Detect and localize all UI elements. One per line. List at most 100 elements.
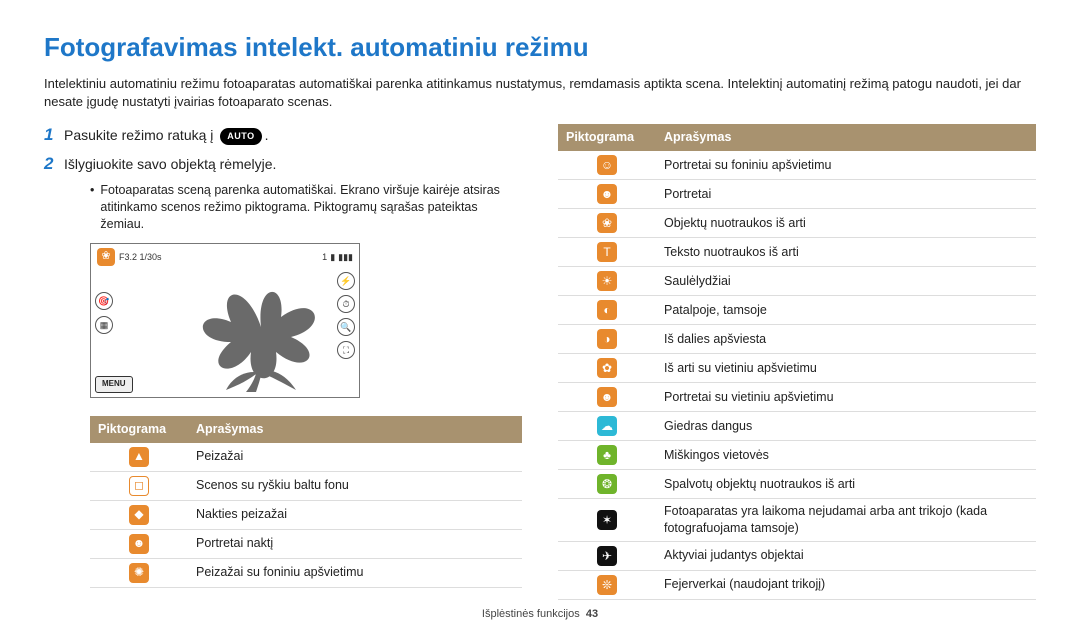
step-number: 1	[44, 124, 64, 147]
scene-desc: Portretai su vietiniu apšvietimu	[656, 383, 1036, 412]
scene-icon: ◻	[129, 476, 149, 496]
scene-desc: Iš dalies apšviesta	[656, 325, 1036, 354]
scene-desc: Portretai naktį	[188, 529, 522, 558]
table-row: ☺ Portretai su foniniu apšvietimu	[558, 151, 1036, 180]
substep-text: Fotoaparatas sceną parenka automatiškai.…	[100, 182, 522, 233]
flash-icon: ⚡	[337, 272, 355, 290]
scene-desc: Scenos su ryškiu baltu fonu	[188, 471, 522, 500]
step-number: 2	[44, 153, 64, 176]
scene-icon-cell: ✈	[558, 541, 656, 570]
scene-icon: ❀	[597, 213, 617, 233]
scene-icon: ☻	[597, 184, 617, 204]
table-row: ✶ Fotoaparatas yra laikoma nejudamai arba…	[558, 499, 1036, 542]
scene-desc: Peizažai	[188, 443, 522, 472]
focus-icon: 🎯	[95, 292, 113, 310]
scene-desc: Nakties peizažai	[188, 500, 522, 529]
scene-icon-cell: ✶	[558, 499, 656, 542]
battery-icon: ▮▮▮	[338, 251, 353, 263]
table-row: ☻ Portretai naktį	[90, 529, 522, 558]
scene-icon: ▲	[129, 447, 149, 467]
scene-icon-cell: ▲	[90, 443, 188, 472]
scene-icon-cell: ✿	[558, 354, 656, 383]
table-row: ❂ Spalvotų objektų nuotraukos iš arti	[558, 470, 1036, 499]
scene-icon-cell: ☀	[558, 267, 656, 296]
bullet-icon: •	[90, 182, 94, 233]
scene-icon: T	[597, 242, 617, 262]
scene-desc: Aktyviai judantys objektai	[656, 541, 1036, 570]
table-row: ☻ Portretai	[558, 180, 1036, 209]
table-row: ☀ Saulėlydžiai	[558, 267, 1036, 296]
scene-icon-cell: ☻	[558, 383, 656, 412]
scene-icon-cell: ☻	[90, 529, 188, 558]
table-row: ◆ Nakties peizažai	[90, 500, 522, 529]
timer-icon: ⏱	[337, 295, 355, 313]
step-2-text: Išlygiuokite savo objektą rėmelyje.	[64, 155, 276, 174]
scene-desc: Iš arti su vietiniu apšvietimu	[656, 354, 1036, 383]
scene-icon-cell: ◐	[558, 296, 656, 325]
step-1: 1 Pasukite režimo ratuką į AUTO.	[44, 124, 522, 147]
scene-icon: ✈	[597, 546, 617, 566]
scene-icon-cell: ❀	[558, 209, 656, 238]
scene-desc: Giedras dangus	[656, 412, 1036, 441]
scene-icon: ❊	[597, 575, 617, 595]
col-header-desc: Aprašymas	[188, 416, 522, 443]
step-1-suffix: .	[265, 127, 269, 143]
scene-icon: ◑	[597, 329, 617, 349]
table-row: ◐ Patalpoje, tamsoje	[558, 296, 1036, 325]
table-row: ▲ Peizažai	[90, 443, 522, 472]
table-row: ✈ Aktyviai judantys objektai	[558, 541, 1036, 570]
table-row: ◑ Iš dalies apšviesta	[558, 325, 1036, 354]
scene-icon: ☀	[597, 271, 617, 291]
scene-icon: ✺	[129, 563, 149, 583]
table-row: T Teksto nuotraukos iš arti	[558, 238, 1036, 267]
scene-desc: Spalvotų objektų nuotraukos iš arti	[656, 470, 1036, 499]
scene-icon-cell: ◻	[90, 471, 188, 500]
scene-icon: ❂	[597, 474, 617, 494]
shots-remaining: 1	[322, 251, 327, 263]
scene-mode-icon: ❀	[97, 248, 115, 266]
scene-icon: ✶	[597, 510, 617, 530]
camera-preview: ❀ F3.2 1/30s 1 ▮ ▮▮▮ 🎯 ▦ ⚡ ⏱ 🔍 ⛶	[90, 243, 360, 398]
scene-desc: Objektų nuotraukos iš arti	[656, 209, 1036, 238]
scene-icon-table-right: Piktograma Aprašymas ☺Portretai su fonin…	[558, 124, 1036, 600]
zoom-icon: 🔍	[337, 318, 355, 336]
scene-icon: ◐	[597, 300, 617, 320]
scene-icon-cell: ◑	[558, 325, 656, 354]
scene-desc: Saulėlydžiai	[656, 267, 1036, 296]
auto-mode-badge: AUTO	[220, 128, 261, 144]
scene-icon-cell: ✺	[90, 558, 188, 587]
scene-desc: Fejerverkai (naudojant trikojį)	[656, 570, 1036, 599]
col-header-icon: Piktograma	[90, 416, 188, 443]
scene-icon-cell: ☁	[558, 412, 656, 441]
table-row: ✺ Peizažai su foniniu apšvietimu	[90, 558, 522, 587]
scene-desc: Patalpoje, tamsoje	[656, 296, 1036, 325]
scene-icon: ♣	[597, 445, 617, 465]
menu-button: MENU	[95, 376, 133, 393]
page-number: 43	[586, 608, 598, 620]
table-row: ♣Miškingos vietovės	[558, 441, 1036, 470]
scene-desc: Portretai su foniniu apšvietimu	[656, 151, 1036, 180]
scene-icon-cell: ☻	[558, 180, 656, 209]
scene-icon: ☻	[597, 387, 617, 407]
scene-desc: Teksto nuotraukos iš arti	[656, 238, 1036, 267]
scene-icon-cell: ❊	[558, 570, 656, 599]
scene-icon-table-left: Piktograma Aprašymas ▲ Peizažai ◻ Scenos su…	[90, 416, 522, 588]
memory-card-icon: ▮	[330, 251, 335, 263]
page-footer: Išplėstinės funkcijos 43	[44, 601, 1036, 630]
scene-icon: ◆	[129, 505, 149, 525]
scene-icon: ☻	[129, 534, 149, 554]
step-2: 2 Išlygiuokite savo objektą rėmelyje.	[44, 153, 522, 176]
col-header-icon: Piktograma	[558, 124, 656, 151]
page-title: Fotografavimas intelekt. automatiniu rež…	[44, 30, 1036, 65]
frame-icon: ⛶	[337, 341, 355, 359]
scene-desc: Fotoaparatas yra laikoma nejudamai arba …	[656, 499, 1036, 542]
scene-icon-cell: ♣	[558, 441, 656, 470]
scene-desc: Peizažai su foniniu apšvietimu	[188, 558, 522, 587]
scene-icon: ☺	[597, 155, 617, 175]
scene-icon-cell: T	[558, 238, 656, 267]
table-row: ❊ Fejerverkai (naudojant trikojį)	[558, 570, 1036, 599]
scene-icon-cell: ◆	[90, 500, 188, 529]
footer-section: Išplėstinės funkcijos	[482, 608, 580, 620]
table-row: ☻ Portretai su vietiniu apšvietimu	[558, 383, 1036, 412]
scene-desc: Portretai	[656, 180, 1036, 209]
